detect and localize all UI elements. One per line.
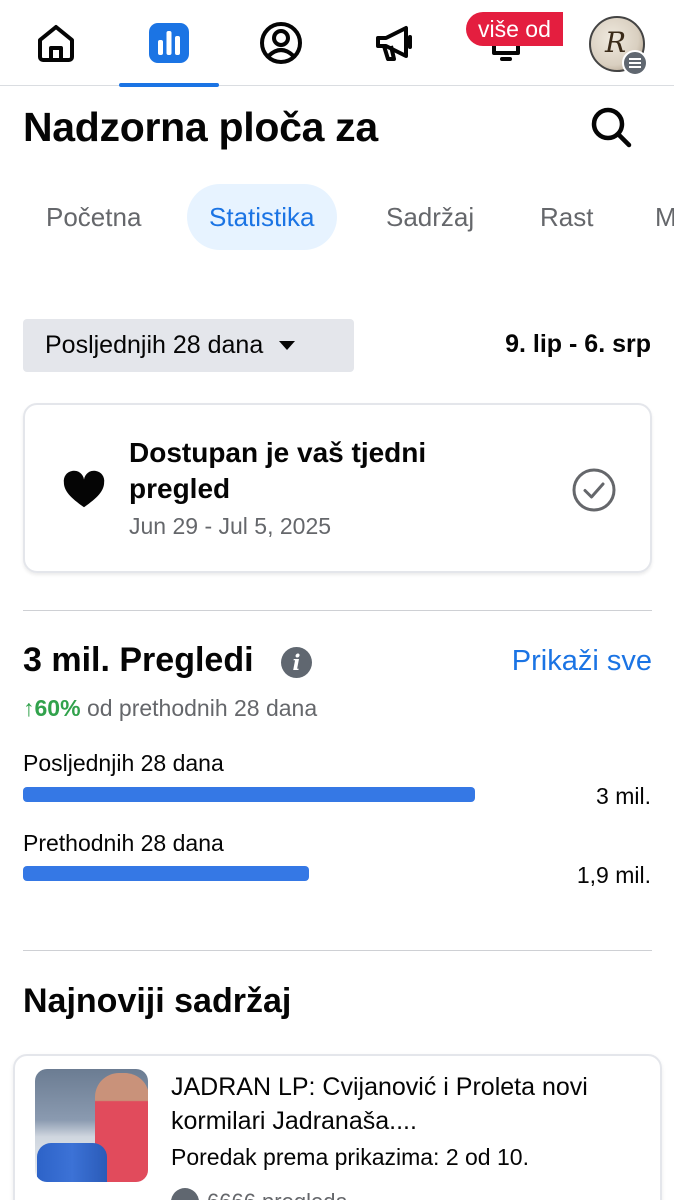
page-title: Nadzorna ploča za profesionalni način bbox=[23, 104, 378, 150]
section-tabs: Početna Statistika Sadržaj Rast M bbox=[0, 184, 674, 252]
weekly-recap-dates: Jun 29 - Jul 5, 2025 bbox=[129, 513, 332, 539]
date-range-label: 9. lip - 6. srp bbox=[505, 330, 651, 358]
notification-badge: više od bbox=[466, 12, 563, 46]
bar-value-current: 3 mil. bbox=[596, 783, 651, 809]
latest-content-title: Najnoviji sadržaj bbox=[23, 982, 292, 1020]
tab-home[interactable]: Početna bbox=[24, 184, 163, 250]
bar-label-previous: Prethodnih 28 dana bbox=[23, 830, 224, 856]
date-range-dropdown[interactable]: Posljednjih 28 dana bbox=[23, 319, 354, 372]
bar-fill-current bbox=[23, 787, 475, 802]
home-tab[interactable] bbox=[6, 0, 106, 86]
bar-value-previous: 1,9 mil. bbox=[576, 862, 651, 888]
weekly-recap-card[interactable]: Dostupan je vaš tjedni pregled Jun 29 - … bbox=[23, 403, 652, 573]
menu-icon[interactable] bbox=[622, 50, 648, 76]
bar-track-current bbox=[23, 787, 583, 802]
post-thumbnail bbox=[35, 1069, 148, 1182]
megaphone-icon bbox=[376, 26, 412, 61]
checkmark-circle-icon bbox=[572, 468, 616, 512]
post-rank: Poredak prema prikazima: 2 od 10. bbox=[171, 1144, 529, 1170]
bar-fill-previous bbox=[23, 866, 309, 881]
divider bbox=[23, 950, 652, 951]
bar-label-current: Posljednjih 28 dana bbox=[23, 750, 224, 776]
divider bbox=[23, 610, 652, 611]
ads-tab[interactable] bbox=[344, 0, 444, 86]
info-icon[interactable]: i bbox=[281, 647, 312, 678]
search-icon bbox=[591, 107, 632, 148]
content-item[interactable]: JADRAN LP: Cvijanović i Proleta novi kor… bbox=[13, 1054, 662, 1200]
tab-growth[interactable]: Rast bbox=[518, 184, 615, 250]
bar-chart-icon bbox=[149, 23, 189, 63]
avatar-initial: R bbox=[605, 26, 627, 59]
change-percent: 60% bbox=[34, 695, 81, 721]
home-icon bbox=[38, 25, 74, 62]
post-title: JADRAN LP: Cvijanović i Proleta novi kor… bbox=[171, 1073, 588, 1135]
page-title-container: Nadzorna ploča za profesionalni način bbox=[23, 96, 563, 166]
bar-track-previous bbox=[23, 866, 583, 881]
see-all-link[interactable]: Prikaži sve bbox=[512, 645, 652, 678]
date-range-selected: Posljednjih 28 dana bbox=[45, 331, 264, 359]
weekly-recap-title: Dostupan je vaš tjedni pregled bbox=[129, 437, 427, 504]
heart-icon bbox=[63, 470, 105, 508]
search-button[interactable] bbox=[584, 100, 638, 154]
post-views: 6666 pregleda bbox=[171, 1188, 348, 1200]
caret-down-icon bbox=[279, 341, 296, 350]
post-views-count: 6666 pregleda bbox=[207, 1189, 348, 1200]
dashboard-tab[interactable] bbox=[119, 0, 219, 87]
tab-content[interactable]: Sadržaj bbox=[364, 184, 496, 250]
views-icon bbox=[171, 1188, 199, 1200]
change-arrow: ↑ bbox=[23, 695, 35, 721]
change-text: od prethodnih 28 dana bbox=[86, 695, 318, 721]
profile-icon bbox=[260, 22, 302, 64]
tab-statistics[interactable]: Statistika bbox=[187, 184, 337, 250]
profile-tab[interactable] bbox=[231, 0, 331, 86]
views-title: 3 mil. Pregledi bbox=[23, 641, 254, 679]
views-change: ↑60% od prethodnih 28 dana bbox=[23, 695, 317, 722]
top-navigation: više od R bbox=[0, 0, 674, 87]
tab-more[interactable]: M bbox=[633, 184, 674, 250]
